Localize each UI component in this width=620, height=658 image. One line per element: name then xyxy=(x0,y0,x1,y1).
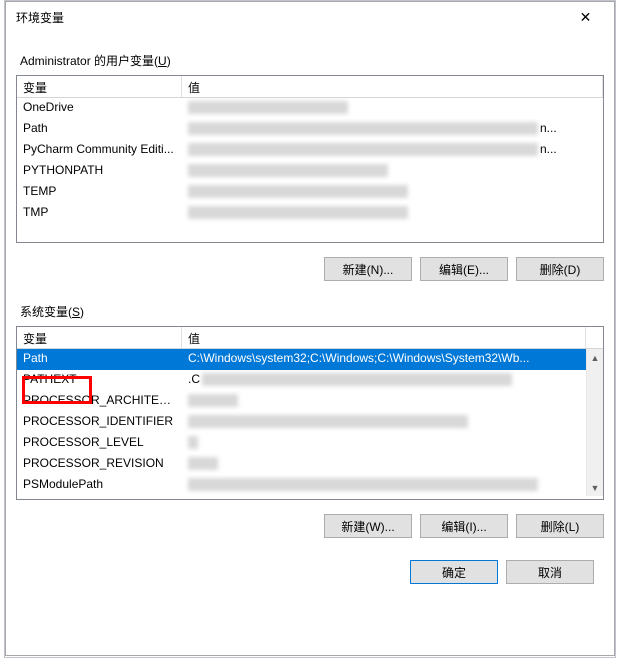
var-name: PROCESSOR_LEVEL xyxy=(17,433,182,454)
user-vars-label: Administrator 的用户变量(U) xyxy=(20,52,604,69)
var-value xyxy=(182,182,603,203)
var-name: PyCharm Community Editi... xyxy=(17,140,182,161)
var-value xyxy=(182,475,586,496)
var-name: TEMP xyxy=(17,182,182,203)
table-row[interactable]: PathC:\Windows\system32;C:\Windows;C:\Wi… xyxy=(17,349,586,370)
user-new-button[interactable]: 新建(N)... xyxy=(324,257,412,281)
var-value xyxy=(182,161,603,182)
col-value[interactable]: 值 xyxy=(182,327,586,348)
system-edit-button[interactable]: 编辑(I)... xyxy=(420,514,508,538)
env-vars-dialog: 环境变量 ✕ Administrator 的用户变量(U) 变量 值 OneDr… xyxy=(5,1,615,656)
dialog-buttons: 确定 取消 xyxy=(16,560,594,584)
system-vars-table: 变量 值 PathC:\Windows\system32;C:\Windows;… xyxy=(16,326,604,500)
table-row[interactable]: PROCESSOR_LEVEL xyxy=(17,433,586,454)
table-row[interactable]: PSModulePath xyxy=(17,475,586,496)
table-row[interactable]: TMP xyxy=(17,203,603,224)
user-edit-button[interactable]: 编辑(E)... xyxy=(420,257,508,281)
table-row[interactable]: PyCharm Community Editi...n... xyxy=(17,140,603,161)
var-name: OneDrive xyxy=(17,98,182,119)
var-value xyxy=(182,454,586,475)
var-name: PROCESSOR_REVISION xyxy=(17,454,182,475)
table-row[interactable]: Pathn... xyxy=(17,119,603,140)
table-row[interactable]: OneDrive xyxy=(17,98,603,119)
var-name: PATHEXT xyxy=(17,370,182,391)
var-name: PROCESSOR_ARCHITECT... xyxy=(17,391,182,412)
var-value: .C xyxy=(182,370,586,391)
var-value xyxy=(182,203,603,224)
system-vars-label: 系统变量(S) xyxy=(20,303,604,320)
table-row[interactable]: PROCESSOR_ARCHITECT... xyxy=(17,391,586,412)
var-value: C:\Windows\system32;C:\Windows;C:\Window… xyxy=(182,349,586,370)
system-vars-header: 变量 值 xyxy=(17,327,603,349)
var-value xyxy=(182,412,586,433)
var-name: PYTHONPATH xyxy=(17,161,182,182)
scroll-down-icon[interactable]: ▼ xyxy=(587,479,603,496)
var-name: PROCESSOR_IDENTIFIER xyxy=(17,412,182,433)
col-variable[interactable]: 变量 xyxy=(17,76,182,97)
close-icon[interactable]: ✕ xyxy=(563,2,608,32)
system-new-button[interactable]: 新建(W)... xyxy=(324,514,412,538)
user-vars-table: 变量 值 OneDrivePathn...PyCharm Community E… xyxy=(16,75,604,243)
var-value xyxy=(182,433,586,454)
col-value[interactable]: 值 xyxy=(182,76,603,97)
var-value xyxy=(182,391,586,412)
scrollbar-header xyxy=(586,327,603,348)
var-value xyxy=(182,98,603,119)
table-row[interactable]: TEMP xyxy=(17,182,603,203)
var-name: TMP xyxy=(17,203,182,224)
ok-button[interactable]: 确定 xyxy=(410,560,498,584)
table-row[interactable]: PROCESSOR_REVISION xyxy=(17,454,586,475)
col-variable[interactable]: 变量 xyxy=(17,327,182,348)
system-delete-button[interactable]: 删除(L) xyxy=(516,514,604,538)
cancel-button[interactable]: 取消 xyxy=(506,560,594,584)
var-value: n... xyxy=(182,140,603,161)
var-name: Path xyxy=(17,119,182,140)
table-row[interactable]: PYTHONPATH xyxy=(17,161,603,182)
titlebar[interactable]: 环境变量 ✕ xyxy=(6,2,614,32)
table-row[interactable]: PROCESSOR_IDENTIFIER xyxy=(17,412,586,433)
var-value: n... xyxy=(182,119,603,140)
var-name: Path xyxy=(17,349,182,370)
scrollbar[interactable]: ▲ ▼ xyxy=(586,349,603,496)
window-title: 环境变量 xyxy=(16,9,563,26)
user-delete-button[interactable]: 删除(D) xyxy=(516,257,604,281)
user-vars-header: 变量 值 xyxy=(17,76,603,98)
var-name: PSModulePath xyxy=(17,475,182,496)
table-row[interactable]: PATHEXT.C xyxy=(17,370,586,391)
scroll-up-icon[interactable]: ▲ xyxy=(587,349,603,366)
user-vars-buttons: 新建(N)... 编辑(E)... 删除(D) xyxy=(16,257,604,281)
system-vars-buttons: 新建(W)... 编辑(I)... 删除(L) xyxy=(16,514,604,538)
